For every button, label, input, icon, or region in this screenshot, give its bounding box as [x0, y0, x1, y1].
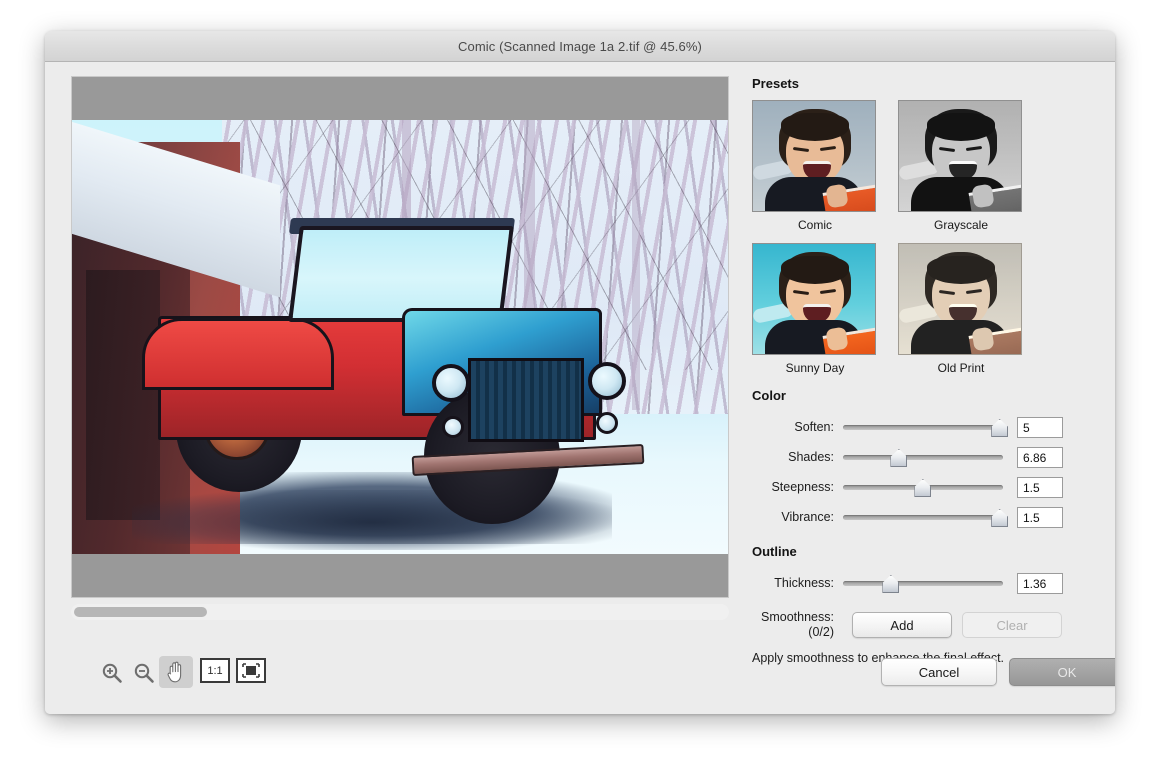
smoothness-label: Smoothness:	[761, 610, 834, 624]
preset-sunny-day[interactable]: Sunny Day	[752, 243, 878, 376]
preset-old-print[interactable]: Old Print	[898, 243, 1024, 376]
soften-slider[interactable]	[843, 416, 1009, 438]
thickness-value-field[interactable]: 1.36	[1017, 572, 1063, 594]
slider-track[interactable]	[843, 515, 1003, 520]
preset-comic[interactable]: Comic	[752, 100, 878, 233]
actual-size-label: 1:1	[207, 664, 223, 677]
thumb-hand	[825, 326, 849, 352]
vibrance-slider[interactable]	[843, 506, 1009, 528]
thumb-hand	[825, 183, 849, 209]
shades-label: Shades:	[788, 450, 834, 464]
slider-thumb[interactable]	[991, 419, 1009, 437]
turn-signal-right	[596, 412, 618, 434]
vibrance-value-field[interactable]: 1.5	[1017, 506, 1063, 528]
clear-smoothness-button: Clear	[962, 612, 1062, 638]
thumb-hand	[971, 183, 995, 209]
slider-track[interactable]	[843, 425, 1003, 430]
slider-track[interactable]	[843, 455, 1003, 460]
preset-label: Grayscale	[933, 218, 989, 232]
thumb-fringe	[781, 256, 849, 284]
fit-to-window-icon	[242, 663, 260, 678]
hand-icon	[166, 661, 181, 683]
thickness-label: Thickness:	[774, 576, 834, 590]
preset-thumbnail[interactable]	[898, 100, 1022, 212]
thickness-slider[interactable]	[843, 572, 1003, 594]
slider-row-thickness: Thickness: 1.36	[752, 568, 1095, 598]
thumb-fringe	[781, 113, 849, 141]
slider-thumb[interactable]	[914, 479, 932, 497]
turn-signal-left	[442, 416, 464, 438]
ok-button[interactable]: OK	[1009, 658, 1115, 686]
comic-filter-dialog: Comic (Scanned Image 1a 2.tif @ 45.6%) 1…	[45, 31, 1115, 714]
preset-thumbnail[interactable]	[752, 243, 876, 355]
jeep-grille	[468, 358, 584, 442]
steepness-slider[interactable]	[843, 476, 1003, 498]
slider-track[interactable]	[843, 581, 1003, 586]
add-smoothness-button[interactable]: Add	[852, 612, 952, 638]
jeep	[72, 120, 728, 554]
color-heading: Color	[752, 388, 786, 403]
presets-heading: Presets	[752, 76, 799, 91]
dialog-body: 1:1 Presets Comic Grayscale Sunny Day Ol…	[45, 62, 1115, 714]
window-title: Comic (Scanned Image 1a 2.tif @ 45.6%)	[458, 39, 702, 54]
settings-panel: Presets Comic Grayscale Sunny Day Old Pr…	[745, 76, 1095, 665]
zoom-in-button[interactable]	[95, 658, 129, 688]
headlight-left	[432, 364, 470, 402]
slider-row-vibrance: Vibrance: 1.5	[752, 502, 1095, 532]
headlight-right	[588, 362, 626, 400]
smoothness-label-group: Smoothness: (0/2)	[752, 610, 843, 640]
preview-image	[72, 120, 728, 554]
hand-tool-button[interactable]	[159, 656, 193, 688]
outline-sliders: Thickness: 1.36	[752, 568, 1095, 598]
rear-fender	[142, 318, 334, 390]
preset-grayscale[interactable]: Grayscale	[898, 100, 1024, 233]
vibrance-label: Vibrance:	[781, 510, 834, 524]
slider-thumb[interactable]	[991, 509, 1009, 527]
zoom-out-icon	[134, 663, 154, 683]
steepness-label: Steepness:	[771, 480, 834, 494]
thumb-fringe	[927, 256, 995, 284]
preset-label: Old Print	[937, 361, 985, 375]
window-titlebar[interactable]: Comic (Scanned Image 1a 2.tif @ 45.6%)	[45, 31, 1115, 62]
slider-thumb[interactable]	[882, 575, 900, 593]
presets-grid: Comic Grayscale Sunny Day Old Print	[752, 100, 1095, 376]
preset-thumbnail[interactable]	[752, 100, 876, 212]
shades-slider[interactable]	[843, 446, 1003, 468]
dialog-footer: Cancel OK	[745, 650, 1115, 696]
shades-value-field[interactable]: 6.86	[1017, 446, 1063, 468]
fit-to-window-button[interactable]	[236, 658, 266, 683]
actual-size-button[interactable]: 1:1	[200, 658, 230, 683]
preview-pane	[71, 76, 729, 638]
slider-thumb[interactable]	[890, 449, 908, 467]
zoom-in-icon	[102, 663, 122, 683]
smoothness-count: (0/2)	[808, 625, 834, 639]
preset-thumbnail[interactable]	[898, 243, 1022, 355]
soften-label: Soften:	[794, 420, 834, 434]
soften-value-field[interactable]: 5	[1017, 416, 1063, 438]
preset-label: Comic	[797, 218, 832, 232]
horizontal-scrollbar-thumb[interactable]	[74, 607, 207, 617]
color-sliders: Soften: 5 Shades: 6.86 Steepness: 1.5 Vi…	[752, 412, 1095, 532]
cancel-button[interactable]: Cancel	[881, 658, 997, 686]
smoothness-row: Smoothness: (0/2) Add Clear	[752, 608, 1095, 642]
slider-row-shades: Shades: 6.86	[752, 442, 1095, 472]
steepness-value-field[interactable]: 1.5	[1017, 476, 1063, 498]
slider-row-soften: Soften: 5	[752, 412, 1095, 442]
thumb-hand	[971, 326, 995, 352]
thumb-fringe	[927, 113, 995, 141]
preset-label: Sunny Day	[785, 361, 845, 375]
slider-row-steepness: Steepness: 1.5	[752, 472, 1095, 502]
outline-heading: Outline	[752, 544, 797, 559]
preview-toolbar: 1:1	[71, 650, 729, 696]
zoom-out-button[interactable]	[127, 658, 161, 688]
image-canvas[interactable]	[71, 76, 729, 598]
